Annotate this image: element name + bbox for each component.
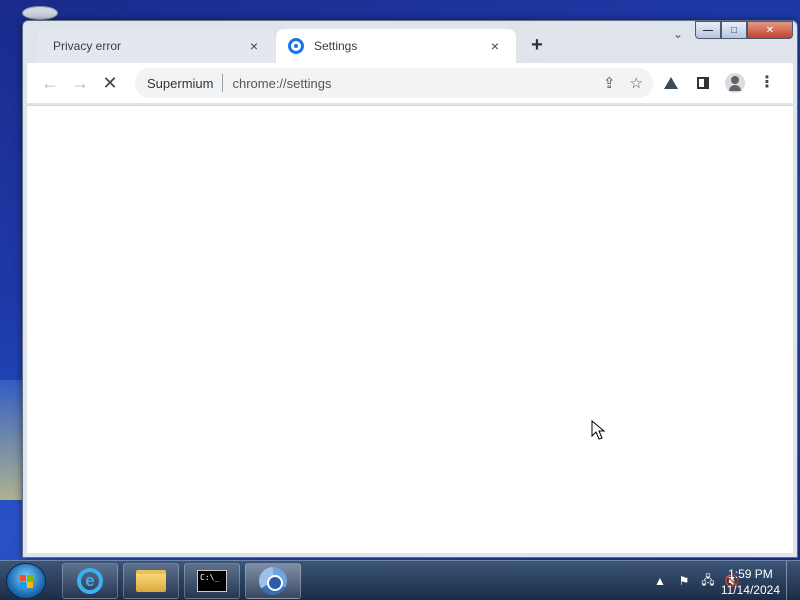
start-button[interactable] bbox=[6, 563, 46, 599]
show-hidden-icons-icon[interactable]: ▲ bbox=[652, 573, 668, 589]
tab-title: Privacy error bbox=[53, 39, 122, 53]
network-icon[interactable]: 🖧 bbox=[700, 573, 716, 589]
url-text[interactable]: chrome://settings bbox=[232, 76, 331, 91]
page-content bbox=[27, 105, 793, 553]
tab-title: Settings bbox=[314, 39, 358, 53]
taskbar-supermium-browser[interactable] bbox=[245, 563, 301, 599]
side-panel-icon[interactable] bbox=[693, 73, 713, 93]
show-desktop-button[interactable] bbox=[786, 561, 800, 600]
supermium-browser-icon bbox=[259, 567, 287, 595]
profile-avatar-icon[interactable] bbox=[725, 73, 745, 93]
clock-time: 1:59 PM bbox=[728, 567, 773, 581]
recycle-bin-icon[interactable] bbox=[22, 6, 58, 20]
taskbar: e C:\_ ▲ ⚑ 🖧 🔇 1:59 PM 11/14/2024 bbox=[0, 560, 800, 600]
windows-logo-icon bbox=[20, 575, 34, 589]
site-label: Supermium bbox=[147, 75, 214, 91]
mouse-cursor-icon bbox=[591, 420, 606, 440]
system-clock[interactable]: 1:59 PM 11/14/2024 bbox=[721, 566, 780, 598]
internet-explorer-icon: e bbox=[77, 568, 103, 594]
browser-toolbar: ← → ✕ Supermium chrome://settings ⇪ ☆ ⋮ bbox=[27, 63, 793, 103]
tab-close-icon[interactable]: × bbox=[486, 38, 504, 54]
tab-close-icon[interactable]: × bbox=[245, 38, 263, 54]
share-icon[interactable]: ⇪ bbox=[603, 74, 616, 92]
omnibox-actions: ⇪ ☆ bbox=[603, 68, 643, 98]
labs-flask-icon[interactable] bbox=[661, 73, 681, 93]
command-prompt-icon: C:\_ bbox=[197, 570, 227, 592]
omnibox-divider bbox=[222, 74, 224, 92]
tab-settings[interactable]: Settings × bbox=[276, 29, 516, 63]
settings-favicon-icon bbox=[288, 38, 304, 54]
tab-privacy-error[interactable]: Privacy error × bbox=[37, 29, 275, 63]
clock-date: 11/14/2024 bbox=[720, 583, 780, 597]
action-center-flag-icon[interactable]: ⚑ bbox=[676, 573, 692, 589]
taskbar-windows-explorer[interactable] bbox=[123, 563, 179, 599]
taskbar-command-prompt[interactable]: C:\_ bbox=[184, 563, 240, 599]
back-icon[interactable]: ← bbox=[35, 68, 65, 98]
address-bar[interactable]: Supermium chrome://settings ⇪ ☆ bbox=[135, 68, 653, 98]
new-tab-button[interactable]: + bbox=[524, 33, 550, 59]
tab-strip: Privacy error × Settings × + bbox=[33, 29, 733, 63]
taskbar-internet-explorer[interactable]: e bbox=[62, 563, 118, 599]
browser-window: ⌄ — □ ✕ Privacy error × Settings × + ← →… bbox=[22, 20, 798, 558]
bookmark-star-icon[interactable]: ☆ bbox=[630, 74, 643, 92]
toolbar-right-tools: ⋮ bbox=[661, 68, 777, 98]
close-window-button[interactable]: ✕ bbox=[747, 21, 793, 39]
folder-icon bbox=[136, 570, 166, 592]
menu-kebab-icon[interactable]: ⋮ bbox=[757, 73, 777, 93]
stop-loading-icon[interactable]: ✕ bbox=[95, 68, 125, 98]
forward-icon[interactable]: → bbox=[65, 68, 95, 98]
